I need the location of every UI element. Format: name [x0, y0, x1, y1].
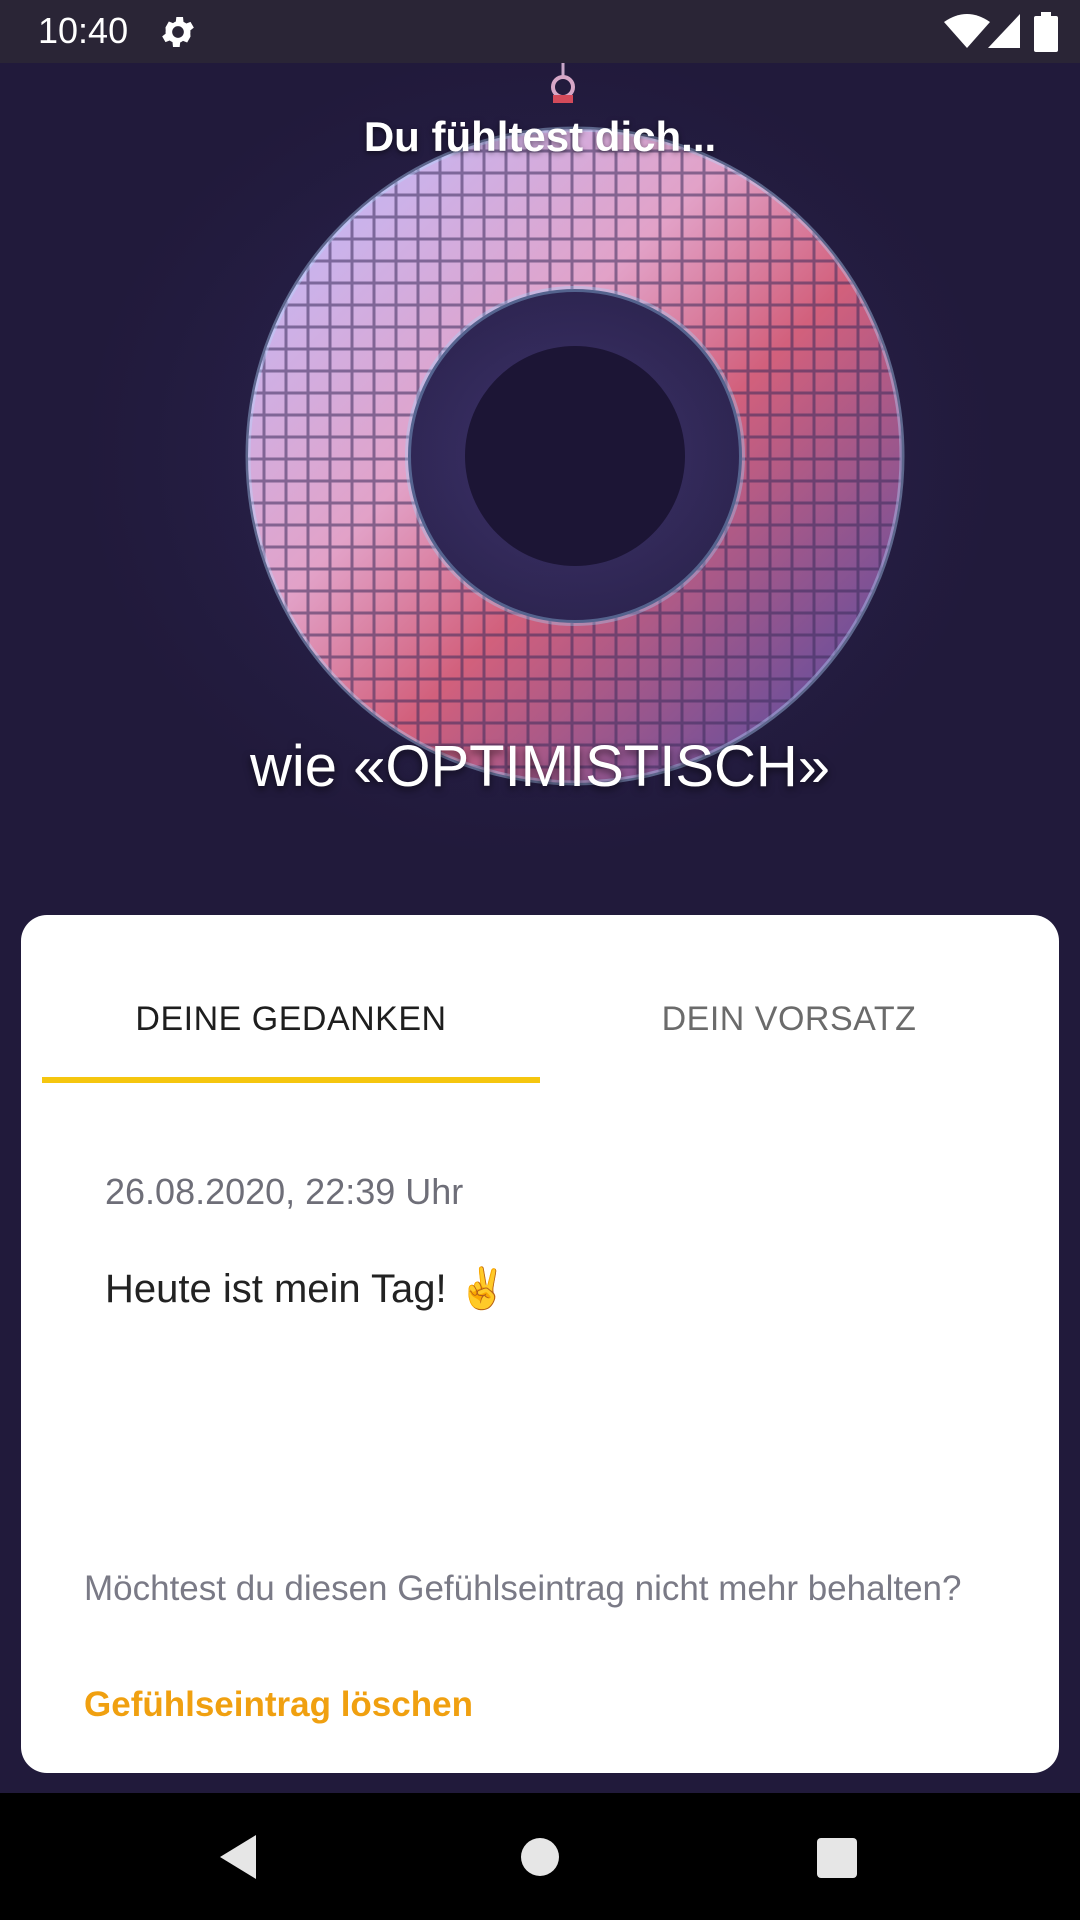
delete-question: Möchtest du diesen Gefühlseintrag nicht … — [84, 1569, 962, 1608]
tab-dein-vorsatz[interactable]: DEIN VORSATZ — [540, 1000, 1038, 1039]
entry-text-content: Heute ist mein Tag! — [105, 1267, 447, 1311]
status-bar: 10:40 — [0, 0, 1080, 63]
back-icon[interactable] — [216, 1833, 260, 1881]
tab-deine-gedanken[interactable]: DEINE GEDANKEN — [42, 1000, 540, 1039]
status-time: 10:40 — [38, 10, 129, 51]
cell-signal-icon — [988, 14, 1020, 48]
victory-hand-emoji: ✌ — [457, 1267, 508, 1311]
tab-indicator — [42, 1077, 540, 1083]
navigation-bar — [0, 1793, 1080, 1920]
entry-date: 26.08.2020, 22:39 Uhr — [105, 1171, 464, 1212]
hero-section: Du fühltest dich... wie «OPTIMISTISCH» — [0, 63, 1080, 933]
disco-ball-donut-image — [155, 63, 995, 833]
delete-entry-link[interactable]: Gefühlseintrag löschen — [84, 1685, 473, 1725]
entry-card: DEINE GEDANKEN DEIN VORSATZ 26.08.2020, … — [21, 915, 1059, 1773]
recents-icon[interactable] — [816, 1837, 858, 1879]
wifi-icon — [944, 14, 990, 48]
hero-title: Du fühltest dich... — [363, 113, 717, 160]
entry-text: Heute ist mein Tag! ✌ — [105, 1265, 508, 1312]
home-icon[interactable] — [520, 1837, 560, 1877]
gear-icon — [162, 17, 194, 47]
tab-bar: DEINE GEDANKEN DEIN VORSATZ — [42, 915, 1038, 1083]
mood-label: wie «OPTIMISTISCH» — [249, 734, 831, 799]
battery-icon — [1034, 12, 1058, 52]
